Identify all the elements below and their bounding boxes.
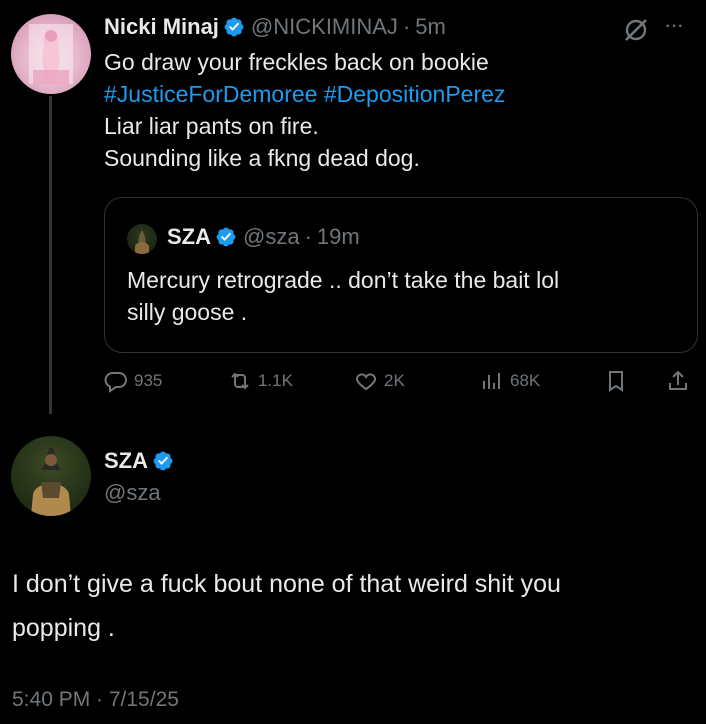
- thread-line: [49, 96, 52, 414]
- quoted-post[interactable]: SZA @sza · 19m Mercury retrograde .. don…: [104, 197, 698, 353]
- heart-icon: [355, 373, 377, 391]
- post-text-line: Go draw your freckles back on bookie: [104, 49, 489, 75]
- grok-icon[interactable]: [622, 16, 650, 44]
- quoted-handle: @sza: [243, 224, 300, 249]
- views-count: 68K: [510, 371, 541, 390]
- share-button[interactable]: [666, 369, 690, 393]
- views-button[interactable]: 68K: [480, 369, 540, 393]
- post-timestamp[interactable]: 5:40 PM · 7/15/25: [12, 688, 179, 712]
- separator-dot: ·: [304, 224, 312, 249]
- share-icon: [669, 370, 687, 390]
- quoted-text-line: Mercury retrograde .. don’t take the bai…: [127, 267, 560, 293]
- quoted-time: 19m: [316, 224, 360, 249]
- reply-count: 935: [134, 371, 163, 390]
- separator-dot: ·: [402, 14, 411, 39]
- bookmark-icon: [609, 371, 623, 392]
- quoted-avatar: [127, 224, 157, 254]
- author-name[interactable]: SZA: [104, 448, 148, 474]
- quoted-body: Mercury retrograde .. don’t take the bai…: [127, 264, 687, 328]
- repost-icon: [231, 372, 249, 390]
- verified-badge-icon: [215, 226, 237, 248]
- author-handle[interactable]: @NICKIMINAJ: [251, 14, 398, 40]
- post-text-line: Liar liar pants on fire.: [104, 113, 319, 139]
- avatar[interactable]: [11, 14, 91, 94]
- quoted-header: SZA @sza · 19m: [167, 222, 360, 252]
- hashtag-link[interactable]: #DepositionPerez: [324, 81, 506, 107]
- post-text-line: I don’t give a fuck bout none of that we…: [12, 570, 561, 598]
- avatar[interactable]: [11, 436, 91, 516]
- post-header: SZA: [104, 446, 180, 476]
- more-icon[interactable]: ···: [664, 12, 700, 38]
- reply-button[interactable]: 935: [104, 369, 162, 393]
- author-handle[interactable]: @sza: [104, 480, 161, 506]
- author-name[interactable]: Nicki Minaj: [104, 14, 219, 40]
- quoted-author-name: SZA: [167, 224, 211, 249]
- quoted-text-line: silly goose .: [127, 299, 248, 325]
- post-body: I don’t give a fuck bout none of that we…: [12, 562, 702, 650]
- verified-badge-icon: [223, 16, 245, 38]
- verified-badge-icon: [152, 450, 174, 472]
- reply-icon: [104, 372, 127, 393]
- hashtags: #JusticeForDemoree #DepositionPerez: [104, 78, 694, 110]
- post-header: Nicki Minaj @NICKIMINAJ · 5m: [104, 12, 446, 42]
- hashtag-link[interactable]: #JusticeForDemoree: [104, 81, 317, 107]
- post-text-line: popping .: [12, 614, 115, 642]
- repost-count: 1.1K: [258, 371, 293, 390]
- post-text-line: Sounding like a fkng dead dog.: [104, 145, 420, 171]
- repost-button[interactable]: 1.1K: [228, 369, 293, 393]
- like-count: 2K: [384, 371, 405, 390]
- bookmark-button[interactable]: [604, 369, 628, 393]
- post-time[interactable]: 5m: [415, 14, 446, 40]
- views-icon: [483, 373, 500, 389]
- post-body: Go draw your freckles back on bookie #Ju…: [104, 46, 694, 174]
- like-button[interactable]: 2K: [354, 369, 405, 393]
